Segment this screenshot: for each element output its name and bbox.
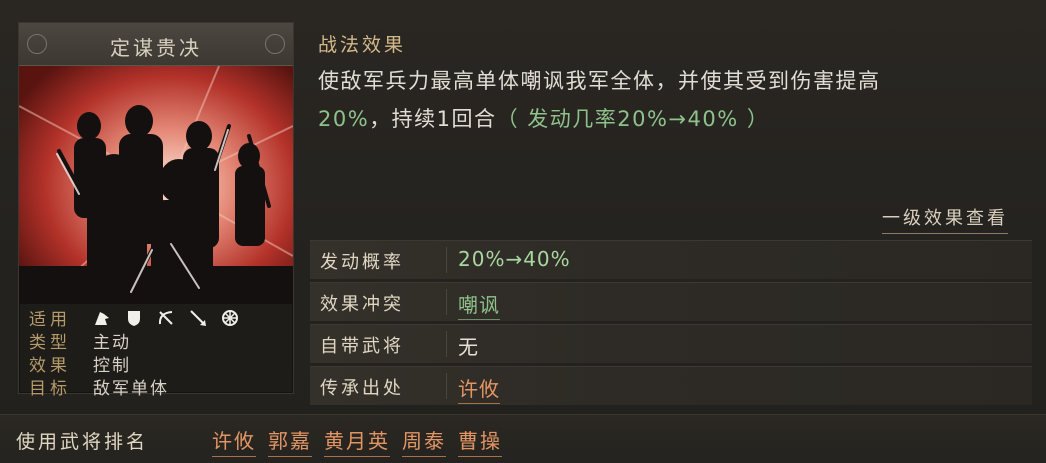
prop-row-effect: 效果 控制 (29, 353, 289, 376)
bow-icon (157, 309, 175, 327)
general-link[interactable]: 黄月英 (324, 425, 390, 457)
prop-label: 目标 (29, 379, 71, 399)
prop-value: 控制 (93, 356, 131, 376)
prop-label: 效果 (29, 356, 71, 376)
row-label: 效果冲突 (320, 294, 404, 315)
ranking-label: 使用武将排名 (16, 431, 149, 453)
effect-line-2: 20%，持续1回合（ 发动几率20%→40% ） (318, 100, 1018, 138)
view-level1-effect-link[interactable]: 一级效果查看 (882, 204, 1008, 234)
card-properties: 适用 类型 主动 效果 控制 目标 敌军单体 (29, 307, 289, 399)
prop-value: 敌军单体 (93, 379, 169, 399)
usage-ranking-bar: 使用武将排名 许攸 郭嘉 黄月英 周泰 曹操 (0, 414, 1046, 463)
effect-line-1: 使敌军兵力最高单体嘲讽我军全体，并使其受到伤害提高 (318, 69, 881, 93)
effect-duration: ，持续1回合 (369, 107, 497, 131)
prop-row-applicable: 适用 (29, 307, 289, 330)
cavalry-icon (93, 309, 111, 327)
card-title-bar: 定谋贵决 (19, 23, 293, 66)
row-inherit-source: 传承出处 许攸 (310, 366, 1032, 405)
tactic-detail-panel: 定谋贵决 适用 类型 主动 效果 控制 目标 敌军单体 战法效果 使敌军兵力最高… (0, 0, 1046, 463)
tactic-card: 定谋贵决 适用 类型 主动 效果 控制 目标 敌军单体 (18, 22, 294, 399)
row-label: 自带武将 (320, 336, 404, 357)
row-label: 发动概率 (320, 252, 404, 273)
shield-icon (125, 309, 143, 327)
effect-heading: 战法效果 (318, 34, 407, 56)
inherit-general-link[interactable]: 许攸 (458, 373, 500, 404)
prop-value: 主动 (93, 333, 131, 353)
general-link[interactable]: 郭嘉 (268, 425, 312, 457)
conflict-link[interactable]: 嘲讽 (458, 289, 500, 320)
tactic-artwork (19, 66, 293, 304)
row-label: 传承出处 (320, 378, 404, 399)
general-link[interactable]: 曹操 (458, 425, 502, 457)
prop-label: 类型 (29, 333, 71, 353)
unit-type-icons (93, 309, 239, 327)
spear-icon (189, 309, 207, 327)
general-link[interactable]: 许攸 (212, 425, 256, 457)
row-effect-conflict: 效果冲突 嘲讽 (310, 282, 1032, 321)
card-title: 定谋贵决 (110, 36, 202, 60)
divider (446, 373, 447, 399)
row-value: 20%→40% (458, 247, 571, 271)
ranking-names: 许攸 郭嘉 黄月英 周泰 曹操 (212, 425, 502, 457)
effect-trigger-rate: （ 发动几率20%→40% ） (496, 107, 770, 131)
divider (446, 247, 447, 273)
row-native-general: 自带武将 无 (310, 324, 1032, 363)
prop-label: 适用 (29, 310, 71, 330)
row-trigger-rate: 发动概率 20%→40% (310, 240, 1032, 279)
row-value: 无 (458, 335, 479, 359)
attribute-rows: 发动概率 20%→40% 效果冲突 嘲讽 自带武将 无 传承出处 许攸 (310, 240, 1032, 408)
effect-percent: 20% (318, 107, 370, 131)
divider (446, 289, 447, 315)
prop-row-type: 类型 主动 (29, 330, 289, 353)
effect-description: 使敌军兵力最高单体嘲讽我军全体，并使其受到伤害提高 20%，持续1回合（ 发动几… (318, 62, 1018, 138)
divider (446, 331, 447, 357)
chariot-icon (221, 309, 239, 327)
general-link[interactable]: 周泰 (402, 425, 446, 457)
prop-row-target: 目标 敌军单体 (29, 376, 289, 399)
